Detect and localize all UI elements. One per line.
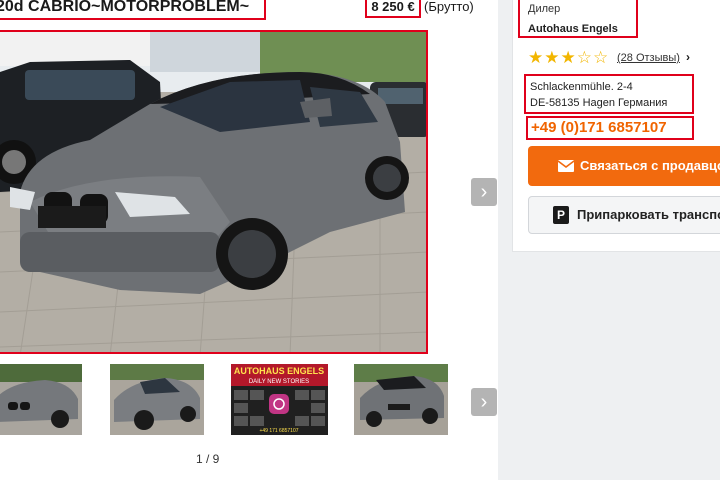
listing-title: 20d CABRIO~MOTORPROBLEM~: [0, 0, 266, 20]
dealer-name: Autohaus Engels: [528, 23, 618, 35]
thumbnail-2[interactable]: [110, 364, 204, 435]
star-filled-icon: ★: [560, 48, 577, 67]
thumb-dealer-banner-image: AUTOHAUS ENGELS DAILY NEW STORIES +49 17…: [231, 364, 328, 435]
next-photo-button[interactable]: ›: [471, 178, 497, 206]
rating-stars: ★★★☆☆: [528, 48, 609, 68]
envelope-icon: [558, 160, 574, 172]
park-vehicle-button[interactable]: P Припарковать транспорт: [528, 196, 720, 234]
next-thumbnails-button[interactable]: ›: [471, 388, 497, 416]
thumbnail-1[interactable]: [0, 364, 82, 435]
thumbnail-4[interactable]: [354, 364, 448, 435]
dealer-type: Дилер: [528, 3, 561, 15]
star-empty-icon: ☆: [593, 48, 610, 67]
address-line-2: DE-58135 Hagen Германия: [530, 97, 668, 109]
star-empty-icon: ☆: [576, 48, 593, 67]
reviews-link[interactable]: (28 Отзывы): [617, 50, 680, 66]
listing-price: 8 250 €: [365, 0, 421, 18]
column-divider: [498, 0, 512, 480]
price-suffix: (Брутто): [424, 0, 474, 14]
sidebar-background: [512, 252, 720, 480]
banner-subtitle: DAILY NEW STORIES: [249, 379, 309, 385]
contact-seller-label: Связаться с продавцом: [580, 158, 720, 173]
main-photo-image: [0, 32, 426, 352]
dealer-info: Дилер Autohaus Engels: [518, 0, 638, 38]
banner-title: AUTOHAUS ENGELS: [234, 366, 324, 376]
chevron-right-icon[interactable]: ›: [686, 49, 690, 65]
banner-phone: +49 171 6857107: [259, 428, 298, 434]
thumbnail-3[interactable]: AUTOHAUS ENGELS DAILY NEW STORIES +49 17…: [231, 364, 328, 435]
thumb-rear-view-image: [354, 364, 448, 435]
star-filled-icon: ★: [528, 48, 545, 67]
main-photo[interactable]: [0, 30, 428, 354]
thumb-front-view-image: [0, 364, 82, 435]
dealer-address: Schlackenmühle. 2-4 DE-58135 Hagen Герма…: [524, 74, 694, 114]
chevron-right-icon: ›: [480, 181, 488, 203]
star-filled-icon: ★: [544, 48, 561, 67]
gallery-pager: 1 / 9: [196, 452, 220, 466]
dealer-phone[interactable]: +49 (0)171 6857107: [526, 116, 694, 140]
park-vehicle-label: Припарковать транспорт: [577, 207, 720, 222]
address-line-1: Schlackenmühle. 2-4: [530, 81, 633, 93]
parking-icon: P: [553, 206, 569, 224]
thumb-front-left-view-image: [110, 364, 204, 435]
contact-seller-button[interactable]: Связаться с продавцом: [528, 146, 720, 186]
chevron-right-icon: ›: [480, 391, 488, 413]
